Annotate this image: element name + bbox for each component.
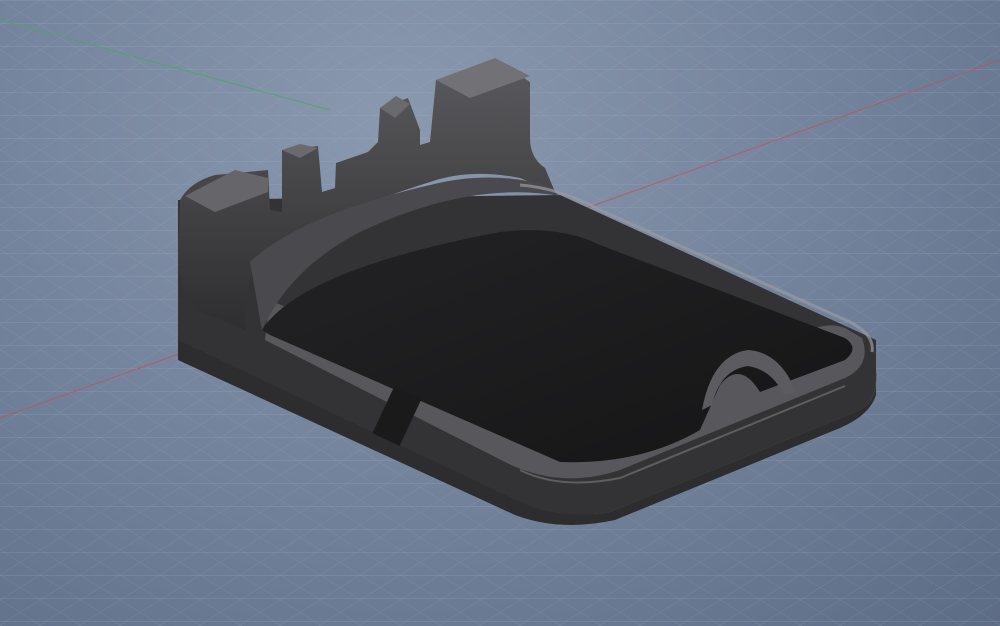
viewport-canvas[interactable]	[0, 0, 1000, 626]
3d-viewport[interactable]	[0, 0, 1000, 626]
